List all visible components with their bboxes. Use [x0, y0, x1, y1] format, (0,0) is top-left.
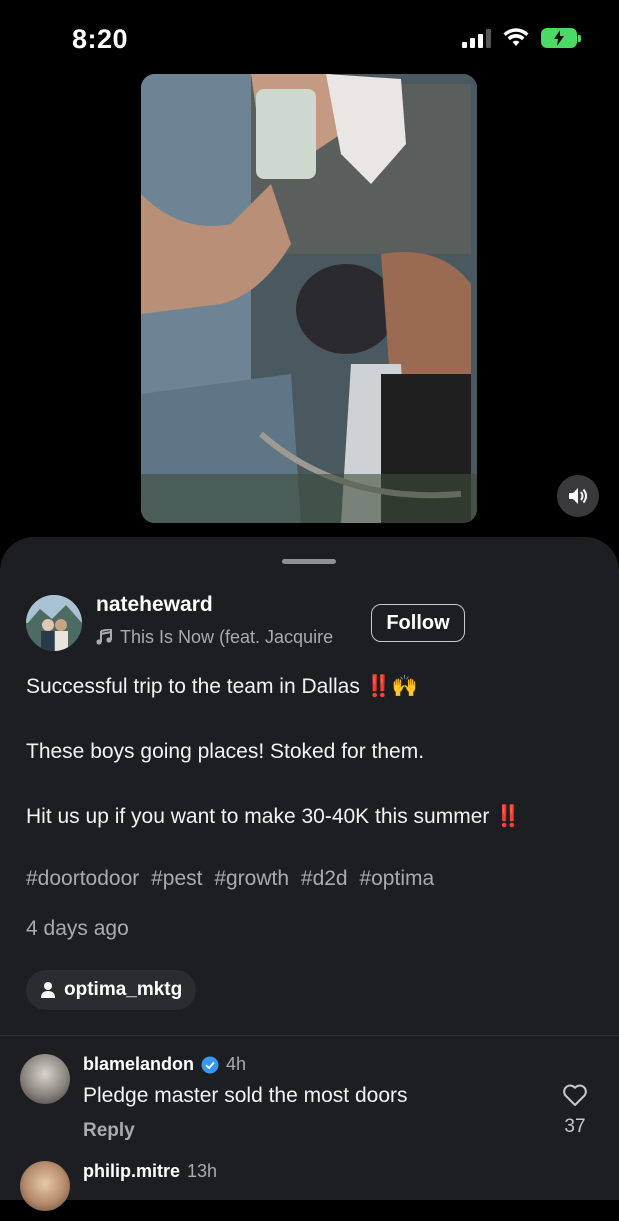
heart-icon[interactable] [562, 1084, 588, 1107]
commenter-avatar[interactable] [20, 1054, 70, 1104]
post-timestamp: 4 days ago [26, 917, 129, 940]
sheet-grabber[interactable] [282, 559, 336, 564]
music-row[interactable]: This Is Now (feat. Jacquire [96, 625, 356, 649]
person-icon [41, 982, 55, 998]
divider [0, 1035, 619, 1036]
hashtag[interactable]: #d2d [301, 867, 348, 890]
caption-line-1: Successful trip to the team in Dallas ‼️… [26, 675, 418, 698]
author-avatar[interactable] [26, 595, 82, 651]
status-icons [462, 28, 581, 48]
comment-time: 13h [187, 1161, 218, 1181]
comment-item: blamelandon 4h Pledge master sold the mo… [20, 1054, 600, 1154]
video-frame-image [141, 74, 477, 523]
comment-time: 4h [226, 1054, 247, 1074]
tagged-user-chip[interactable]: optima_mktg [26, 970, 197, 1010]
post-caption: Successful trip to the team in Dallas ‼️… [26, 671, 596, 833]
commenter-username[interactable]: philip.mitre [83, 1161, 180, 1182]
hashtag[interactable]: #pest [151, 867, 202, 890]
hashtag[interactable]: #optima [359, 867, 434, 890]
speaker-icon [569, 488, 587, 504]
reply-button[interactable]: Reply [83, 1120, 135, 1142]
wifi-icon [503, 28, 529, 46]
volume-button[interactable] [557, 475, 599, 517]
comment-header: philip.mitre 13h [83, 1161, 217, 1182]
status-bar: 8:20 [0, 0, 619, 70]
caption-line-3: Hit us up if you want to make 30-40K thi… [26, 805, 522, 828]
author-username[interactable]: nateheward [96, 593, 213, 617]
hashtag[interactable]: #growth [214, 867, 289, 890]
comment-header: blamelandon 4h [83, 1054, 246, 1075]
comment-like: 37 [555, 1084, 595, 1138]
caption-line-2: These boys going places! Stoked for them… [26, 740, 425, 763]
battery-charging-icon [541, 28, 581, 48]
cellular-signal-icon [462, 28, 491, 48]
hashtags: #doortodoor #pest #growth #d2d #optima [26, 867, 440, 891]
tagged-username: optima_mktg [64, 979, 183, 1000]
like-count: 37 [564, 1116, 586, 1137]
comment-text: Pledge master sold the most doors [83, 1084, 408, 1107]
hashtag[interactable]: #doortodoor [26, 867, 139, 890]
post-video[interactable] [141, 74, 477, 523]
follow-button[interactable]: Follow [371, 604, 465, 642]
post-details-sheet: nateheward This Is Now (feat. Jacquire F… [0, 537, 619, 1211]
author-row: nateheward This Is Now (feat. Jacquire F… [26, 593, 596, 653]
music-title: This Is Now (feat. Jacquire [120, 626, 334, 647]
status-time: 8:20 [72, 24, 129, 54]
verified-badge-icon [201, 1056, 219, 1073]
music-note-icon [96, 629, 112, 645]
comment-item: philip.mitre 13h [20, 1161, 600, 1221]
commenter-avatar[interactable] [20, 1161, 70, 1211]
commenter-username[interactable]: blamelandon [83, 1054, 194, 1075]
